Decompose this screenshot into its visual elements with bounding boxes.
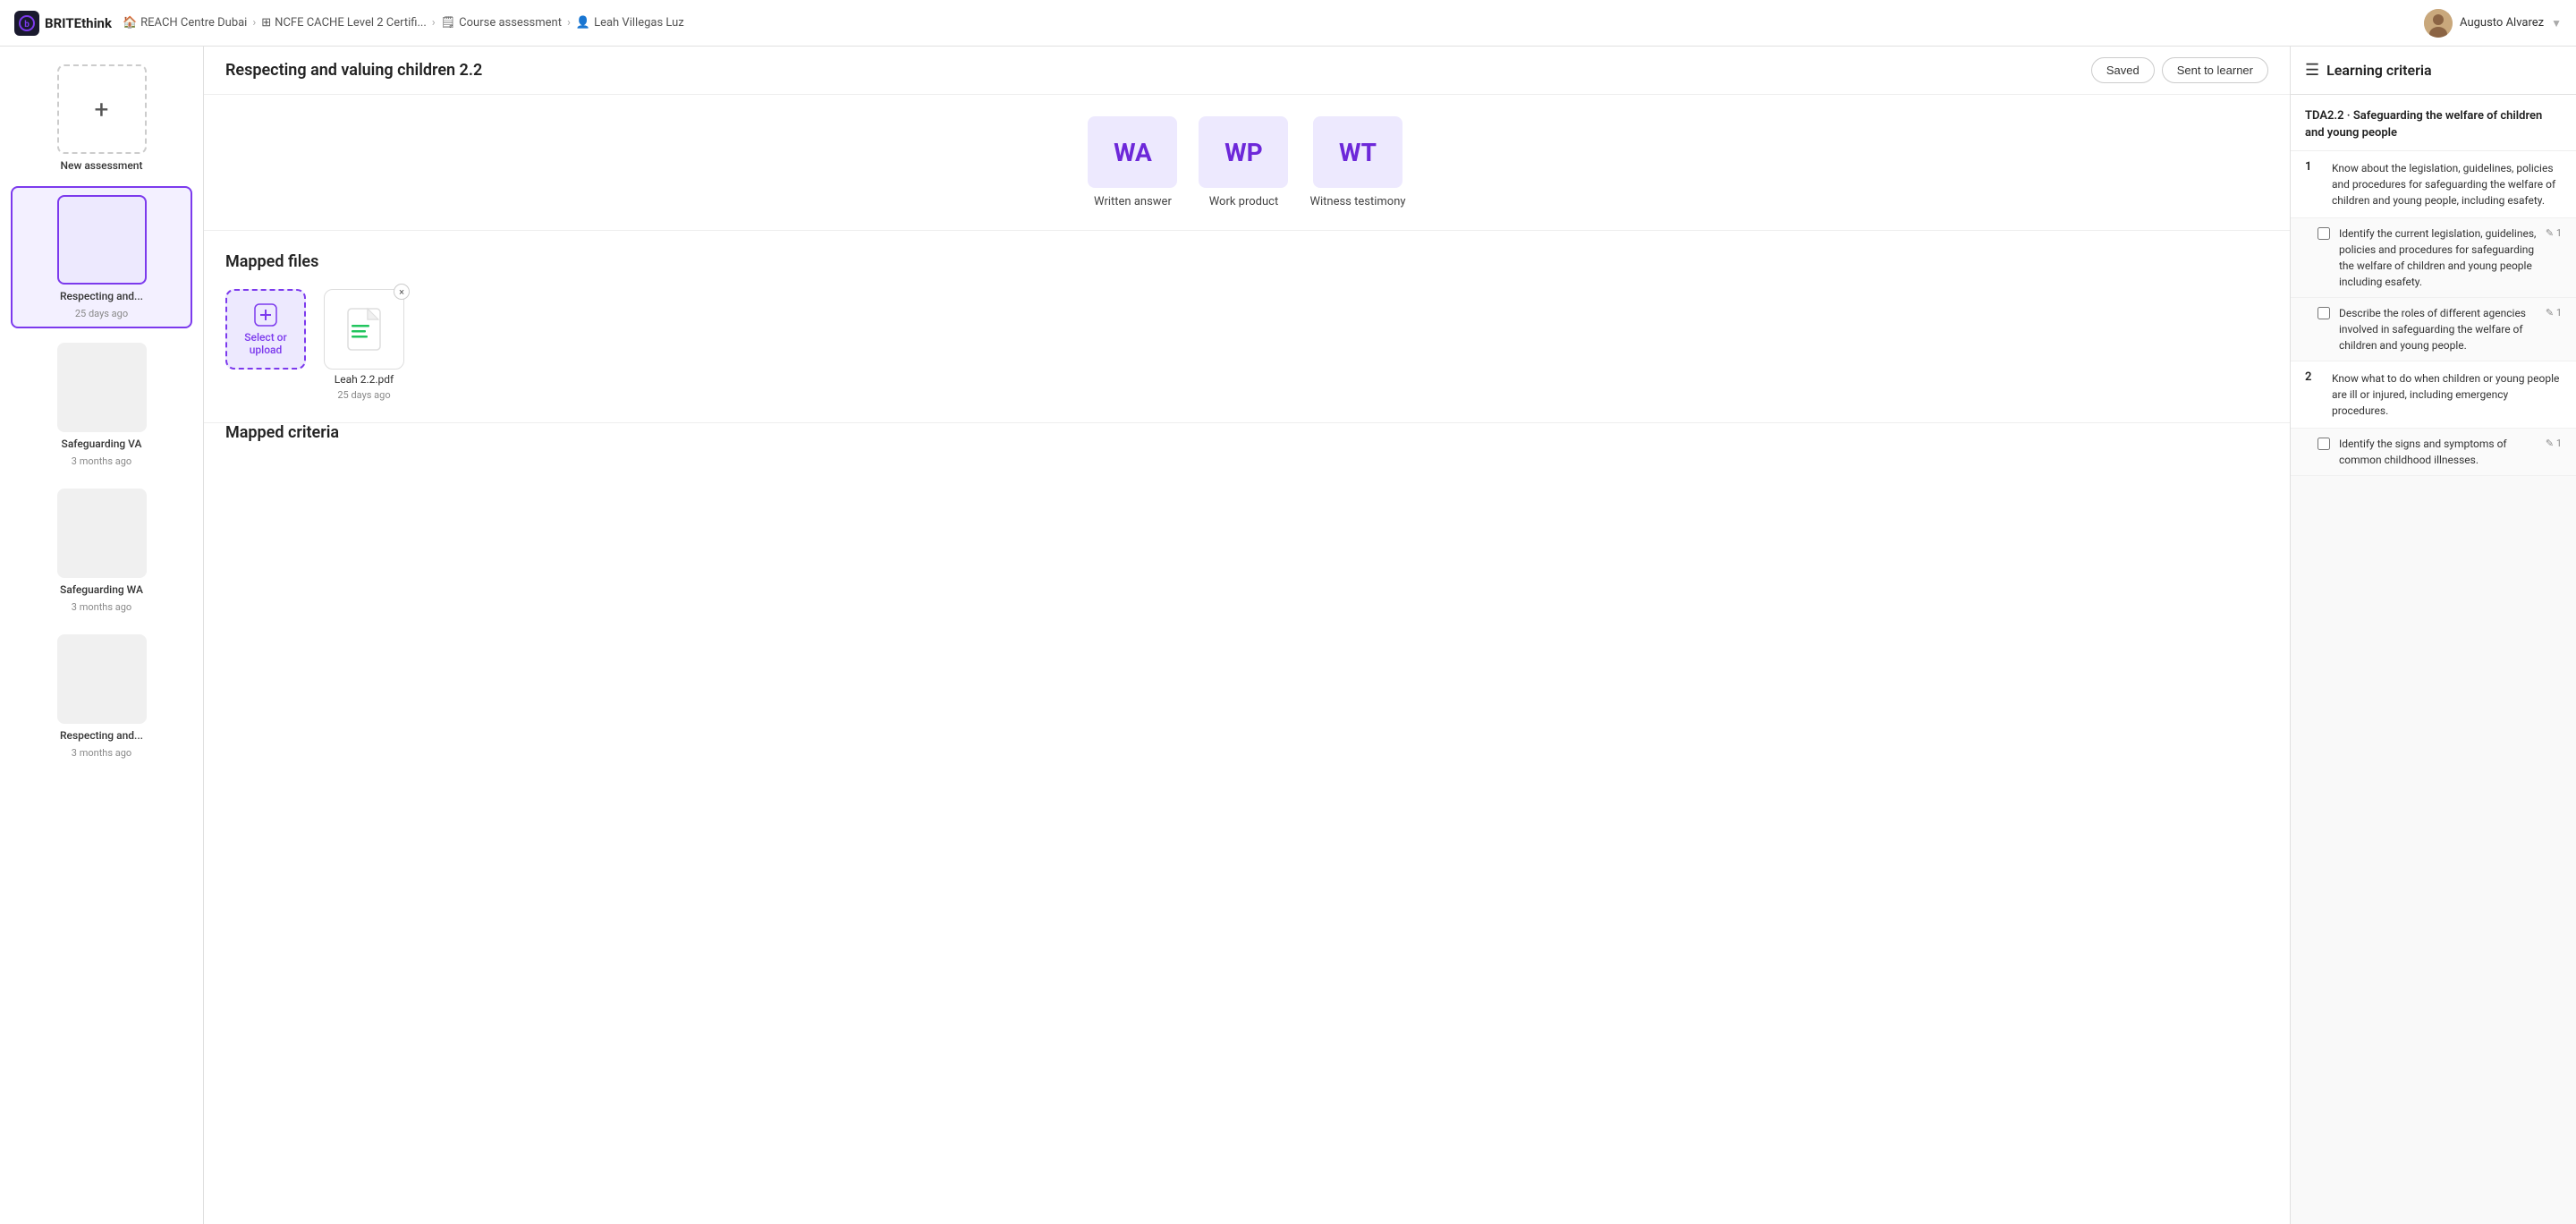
criteria-check-2-1[interactable] [2318, 438, 2330, 450]
criteria-num-1: 1 [2305, 160, 2323, 174]
breadcrumb-home[interactable]: 🏠 REACH Centre Dubai [123, 16, 247, 30]
file-close-btn[interactable]: × [394, 284, 410, 300]
sidebar-thumb-2 [57, 489, 147, 578]
type-card-box-wp: WP [1199, 116, 1288, 188]
file-card-0: × Leah 2.2.pdf 25 days ago [324, 289, 404, 401]
breadcrumb-assessment[interactable]: 🗒 Course assessment [441, 16, 562, 30]
list-icon: ☰ [2305, 61, 2319, 80]
criteria-num-2: 2 [2305, 370, 2323, 384]
file-name-0: Leah 2.2.pdf [335, 373, 394, 386]
pdf-icon [346, 307, 382, 352]
chevron-down-icon[interactable]: ▼ [2551, 17, 2562, 30]
sidebar-date-1: 3 months ago [72, 455, 131, 467]
criteria-edit-icon-1-2[interactable]: ✎ 1 [2546, 307, 2562, 319]
criteria-text-1: Know about the legislation, guidelines, … [2332, 160, 2562, 208]
sidebar-date-0: 25 days ago [75, 308, 128, 319]
sidebar-thumb-0 [57, 195, 147, 285]
topnav: b BRITEthink 🏠 REACH Centre Dubai › ⊞ NC… [0, 0, 2576, 47]
criteria-category-title: TDA2.2 · Safeguarding the welfare of chi… [2305, 109, 2542, 140]
sent-to-learner-button[interactable]: Sent to learner [2162, 57, 2268, 83]
file-card-box-0 [324, 289, 404, 370]
files-row: Select or upload × Leah [225, 289, 2268, 401]
sidebar: + New assessment Respecting and... 25 da… [0, 47, 204, 1224]
logo[interactable]: b BRITEthink [14, 11, 112, 36]
right-panel: ☰ Learning criteria TDA2.2 · Safeguardin… [2290, 47, 2576, 1224]
criteria-edit-icon-2-1[interactable]: ✎ 1 [2546, 438, 2562, 449]
sub-criteria-item-2-1: Identify the signs and symptoms of commo… [2291, 429, 2576, 476]
plus-icon: + [95, 95, 109, 124]
type-card-wp[interactable]: WP Work product [1199, 116, 1288, 208]
doc-icon: 🗒 [441, 16, 456, 30]
upload-label: Select or upload [227, 331, 304, 356]
mapped-files-title: Mapped files [225, 252, 2268, 271]
sidebar-date-2: 3 months ago [72, 601, 131, 613]
criteria-check-1-2[interactable] [2318, 307, 2330, 319]
new-assessment-thumb: + [57, 64, 147, 154]
content-header: Respecting and valuing children 2.2 Save… [204, 47, 2290, 95]
sub-criteria-text-2-1: Identify the signs and symptoms of commo… [2339, 436, 2537, 468]
person-icon: 👤 [576, 16, 590, 30]
sidebar-item-2[interactable]: Safeguarding WA 3 months ago [11, 481, 192, 620]
new-assessment-item[interactable]: + New assessment [11, 57, 192, 179]
type-cards: WA Written answer WP Work product WT Wit… [204, 95, 2290, 230]
saved-button[interactable]: Saved [2091, 57, 2155, 83]
breadcrumb-learner[interactable]: 👤 Leah Villegas Luz [576, 16, 684, 30]
type-card-wt[interactable]: WT Witness testimony [1309, 116, 1405, 208]
sidebar-item-1[interactable]: Safeguarding VA 3 months ago [11, 336, 192, 474]
sub-criteria-item-1-1: Identify the current legislation, guidel… [2291, 218, 2576, 298]
sidebar-label-0: Respecting and... [60, 290, 143, 302]
type-card-box-wa: WA [1088, 116, 1177, 188]
criteria-check-1-1[interactable] [2318, 227, 2330, 240]
criteria-text-2: Know what to do when children or young p… [2332, 370, 2562, 419]
user-name: Augusto Alvarez [2460, 16, 2544, 30]
main-content: Respecting and valuing children 2.2 Save… [204, 47, 2290, 1224]
home-icon: 🏠 [123, 16, 137, 30]
breadcrumb-sep-2: › [432, 16, 436, 30]
type-card-label-wp: Work product [1209, 195, 1279, 208]
logo-text: BRITEthink [45, 15, 112, 31]
topnav-right: Augusto Alvarez ▼ [2424, 9, 2562, 38]
logo-icon: b [14, 11, 39, 36]
criteria-category: TDA2.2 · Safeguarding the welfare of chi… [2291, 95, 2576, 151]
criteria-item-1: 1 Know about the legislation, guidelines… [2291, 151, 2576, 218]
sidebar-label-1: Safeguarding VA [62, 438, 142, 450]
breadcrumb-course[interactable]: ⊞ NCFE CACHE Level 2 Certifi... [261, 16, 426, 30]
right-panel-header: ☰ Learning criteria [2291, 47, 2576, 95]
breadcrumb-sep-1: › [252, 16, 256, 30]
criteria-item-2: 2 Know what to do when children or young… [2291, 361, 2576, 429]
main-layout: + New assessment Respecting and... 25 da… [0, 47, 2576, 1224]
sidebar-label-2: Safeguarding WA [60, 583, 143, 596]
type-card-wa[interactable]: WA Written answer [1088, 116, 1177, 208]
sub-criteria-item-1-2: Describe the roles of different agencies… [2291, 298, 2576, 361]
avatar[interactable] [2424, 9, 2453, 38]
type-card-label-wt: Witness testimony [1309, 195, 1405, 208]
svg-text:b: b [24, 20, 30, 30]
right-panel-title: Learning criteria [2326, 62, 2431, 79]
file-upload-btn[interactable]: Select or upload [225, 289, 306, 370]
file-date-0: 25 days ago [337, 389, 390, 401]
sidebar-label-3: Respecting and... [60, 729, 143, 742]
topnav-left: b BRITEthink 🏠 REACH Centre Dubai › ⊞ NC… [14, 11, 684, 36]
mapped-files-section: Mapped files Select or upload × [204, 231, 2290, 422]
sidebar-item-3[interactable]: Respecting and... 3 months ago [11, 627, 192, 766]
sidebar-date-3: 3 months ago [72, 747, 131, 759]
type-card-label-wa: Written answer [1094, 195, 1172, 208]
sub-criteria-text-1-2: Describe the roles of different agencies… [2339, 305, 2537, 353]
sidebar-thumb-1 [57, 343, 147, 432]
criteria-edit-icon-1-1[interactable]: ✎ 1 [2546, 227, 2562, 239]
page-title: Respecting and valuing children 2.2 [225, 61, 482, 80]
sidebar-item-0[interactable]: Respecting and... 25 days ago [11, 186, 192, 328]
mapped-criteria-title: Mapped criteria [225, 423, 2268, 442]
sidebar-thumb-3 [57, 634, 147, 724]
breadcrumb: 🏠 REACH Centre Dubai › ⊞ NCFE CACHE Leve… [123, 16, 684, 30]
upload-plus-icon [253, 302, 278, 327]
new-assessment-label: New assessment [61, 159, 143, 172]
breadcrumb-sep-3: › [567, 16, 571, 30]
type-card-box-wt: WT [1313, 116, 1402, 188]
grid-icon: ⊞ [261, 16, 271, 30]
header-buttons: Saved Sent to learner [2091, 57, 2268, 83]
sub-criteria-text-1-1: Identify the current legislation, guidel… [2339, 225, 2537, 290]
mapped-criteria-section: Mapped criteria [204, 423, 2290, 481]
